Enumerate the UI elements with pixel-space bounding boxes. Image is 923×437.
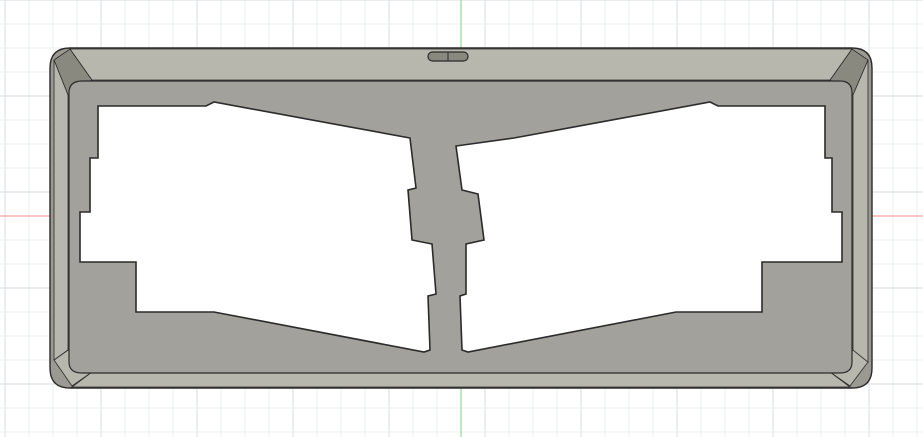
cad-canvas[interactable]	[0, 0, 923, 437]
bottom-bevel-band	[70, 371, 852, 388]
left-bevel-band	[53, 59, 69, 361]
cad-viewport[interactable]	[0, 0, 923, 437]
keyboard-case-body[interactable]	[49, 47, 873, 389]
right-bevel-band	[852, 59, 869, 363]
